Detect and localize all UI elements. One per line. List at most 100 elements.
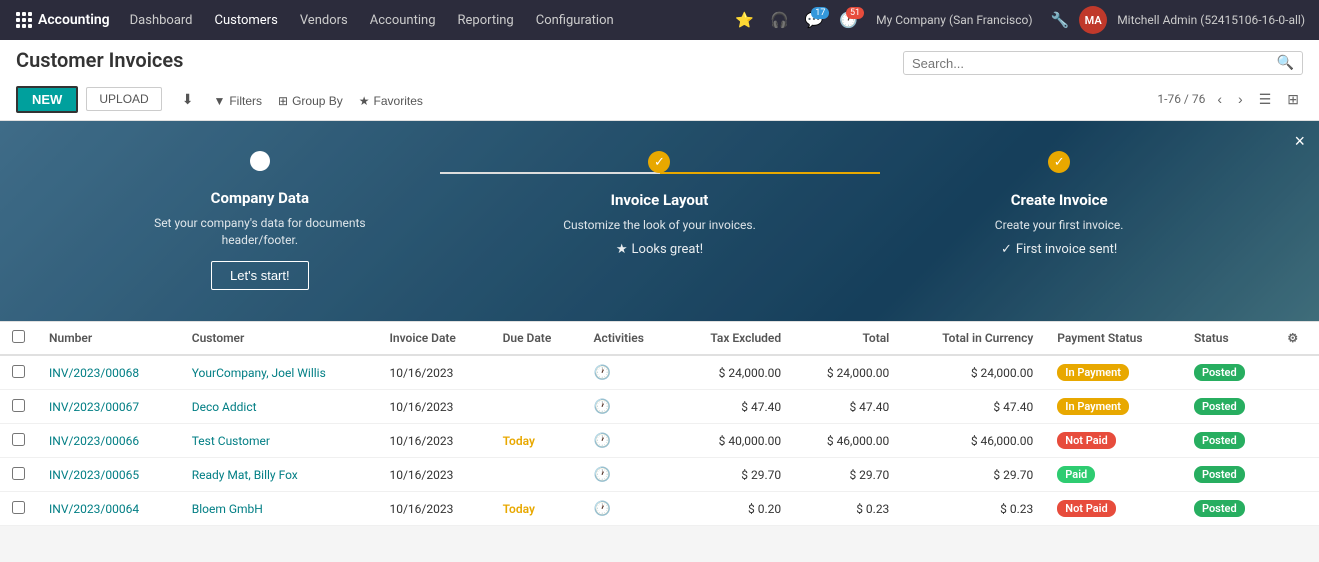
- invoice-activities[interactable]: 🕐: [582, 424, 675, 458]
- table-row: INV/2023/00066 Test Customer 10/16/2023 …: [0, 424, 1319, 458]
- star-icon[interactable]: ⭐: [729, 7, 760, 33]
- invoice-tax-excluded: $ 40,000.00: [675, 424, 794, 458]
- invoice-tax-excluded: $ 47.40: [675, 390, 794, 424]
- chat-icon[interactable]: 💬 17: [799, 7, 830, 33]
- activity-clock-icon[interactable]: 🕐: [594, 365, 611, 381]
- invoice-status: Posted: [1182, 355, 1275, 390]
- list-view-button[interactable]: ☰: [1255, 89, 1276, 110]
- invoice-number[interactable]: INV/2023/00066: [37, 424, 180, 458]
- upload-button[interactable]: UPLOAD: [86, 87, 161, 111]
- col-header-status[interactable]: Status: [1182, 322, 1275, 355]
- group-by-button[interactable]: ⊞ Group By: [278, 94, 343, 108]
- activity-clock-icon[interactable]: 🕐: [594, 399, 611, 415]
- col-header-payment-status[interactable]: Payment Status: [1045, 322, 1182, 355]
- col-header-settings[interactable]: ⚙: [1275, 322, 1319, 355]
- row-checkbox[interactable]: [12, 365, 25, 378]
- invoice-date: 10/16/2023: [377, 424, 490, 458]
- row-checkbox[interactable]: [12, 433, 25, 446]
- invoice-customer[interactable]: Deco Addict: [180, 390, 378, 424]
- invoice-date: 10/16/2023: [377, 390, 490, 424]
- row-checkbox-cell[interactable]: [0, 424, 37, 458]
- invoice-customer[interactable]: Bloem GmbH: [180, 492, 378, 526]
- invoice-date: 10/16/2023: [377, 458, 490, 492]
- toolbar: NEW UPLOAD ⬇ ▼ Filters ⊞ Group By ★ Favo…: [16, 78, 1303, 120]
- favorites-button[interactable]: ★ Favorites: [359, 94, 423, 108]
- col-header-total[interactable]: Total: [793, 322, 901, 355]
- lets-start-button[interactable]: Let's start!: [211, 261, 309, 290]
- invoices-table: Number Customer Invoice Date Due Date Ac…: [0, 322, 1319, 526]
- step1-title: Company Data: [211, 189, 309, 207]
- settings-view-button[interactable]: ⊞: [1283, 89, 1303, 110]
- activity-clock-icon[interactable]: 🕐: [594, 433, 611, 449]
- nav-dashboard[interactable]: Dashboard: [120, 9, 203, 32]
- invoice-status: Posted: [1182, 390, 1275, 424]
- row-checkbox[interactable]: [12, 399, 25, 412]
- invoice-status: Posted: [1182, 424, 1275, 458]
- banner-content: Company Data Set your company's data for…: [0, 121, 1319, 321]
- select-all-checkbox[interactable]: [12, 330, 25, 343]
- chat-badge: 17: [811, 7, 829, 19]
- invoice-activities[interactable]: 🕐: [582, 390, 675, 424]
- new-button[interactable]: NEW: [16, 86, 78, 113]
- col-header-tax-excluded[interactable]: Tax Excluded: [675, 322, 794, 355]
- invoice-due-date: [491, 458, 582, 492]
- nav-customers[interactable]: Customers: [205, 9, 288, 32]
- row-checkbox-cell[interactable]: [0, 492, 37, 526]
- row-checkbox-cell[interactable]: [0, 390, 37, 424]
- search-input[interactable]: [912, 56, 1277, 71]
- col-header-number[interactable]: Number: [37, 322, 180, 355]
- invoice-activities[interactable]: 🕐: [582, 355, 675, 390]
- wrench-icon[interactable]: 🔧: [1045, 7, 1076, 33]
- row-checkbox[interactable]: [12, 467, 25, 480]
- select-all-header[interactable]: [0, 322, 37, 355]
- col-header-due-date[interactable]: Due Date: [491, 322, 582, 355]
- invoice-activities[interactable]: 🕐: [582, 492, 675, 526]
- invoice-total-currency: $ 29.70: [901, 458, 1045, 492]
- close-banner-button[interactable]: ×: [1294, 131, 1305, 152]
- invoice-number[interactable]: INV/2023/00067: [37, 390, 180, 424]
- nav-vendors[interactable]: Vendors: [290, 9, 358, 32]
- col-header-invoice-date[interactable]: Invoice Date: [377, 322, 490, 355]
- row-extra: [1275, 458, 1319, 492]
- nav-reporting[interactable]: Reporting: [448, 9, 524, 32]
- invoice-payment-status: Not Paid: [1045, 492, 1182, 526]
- row-checkbox-cell[interactable]: [0, 458, 37, 492]
- banner-step-company-data: Company Data Set your company's data for…: [135, 141, 385, 290]
- invoice-customer[interactable]: Test Customer: [180, 424, 378, 458]
- activity-clock-icon[interactable]: 🕐: [594, 467, 611, 483]
- invoice-number[interactable]: INV/2023/00068: [37, 355, 180, 390]
- col-header-customer[interactable]: Customer: [180, 322, 378, 355]
- search-bar: 🔍: [903, 51, 1303, 75]
- download-button[interactable]: ⬇: [170, 87, 206, 112]
- topnav-icons: ⭐ 🎧 💬 17 🕐 51 My Company (San Francisco)…: [729, 6, 1311, 34]
- page-title: Customer Invoices: [16, 48, 183, 78]
- invoice-customer[interactable]: Ready Mat, Billy Fox: [180, 458, 378, 492]
- table-row: INV/2023/00064 Bloem GmbH 10/16/2023 Tod…: [0, 492, 1319, 526]
- row-checkbox-cell[interactable]: [0, 355, 37, 390]
- next-page-button[interactable]: ›: [1234, 89, 1247, 109]
- app-logo[interactable]: Accounting: [8, 12, 118, 28]
- invoice-number[interactable]: INV/2023/00064: [37, 492, 180, 526]
- invoice-total: $ 46,000.00: [793, 424, 901, 458]
- due-date-today: Today: [503, 434, 535, 448]
- clock-icon[interactable]: 🕐 51: [833, 7, 864, 33]
- col-header-activities[interactable]: Activities: [582, 322, 675, 355]
- activity-clock-icon[interactable]: 🕐: [594, 501, 611, 517]
- filters-button[interactable]: ▼ Filters: [213, 94, 262, 108]
- nav-accounting[interactable]: Accounting: [360, 9, 446, 32]
- row-checkbox[interactable]: [12, 501, 25, 514]
- invoice-activities[interactable]: 🕐: [582, 458, 675, 492]
- headset-icon[interactable]: 🎧: [764, 7, 795, 33]
- invoices-table-container: Number Customer Invoice Date Due Date Ac…: [0, 321, 1319, 526]
- avatar[interactable]: MA: [1079, 6, 1107, 34]
- prev-page-button[interactable]: ‹: [1213, 89, 1226, 109]
- nav-configuration[interactable]: Configuration: [526, 9, 624, 32]
- invoice-customer[interactable]: YourCompany, Joel Willis: [180, 355, 378, 390]
- page-count: 1-76 / 76: [1157, 92, 1205, 106]
- invoice-tax-excluded: $ 0.20: [675, 492, 794, 526]
- invoice-total: $ 0.23: [793, 492, 901, 526]
- invoice-number[interactable]: INV/2023/00065: [37, 458, 180, 492]
- row-extra: [1275, 390, 1319, 424]
- user-label: Mitchell Admin (52415106-16-0-all): [1111, 13, 1311, 27]
- col-header-total-currency[interactable]: Total in Currency: [901, 322, 1045, 355]
